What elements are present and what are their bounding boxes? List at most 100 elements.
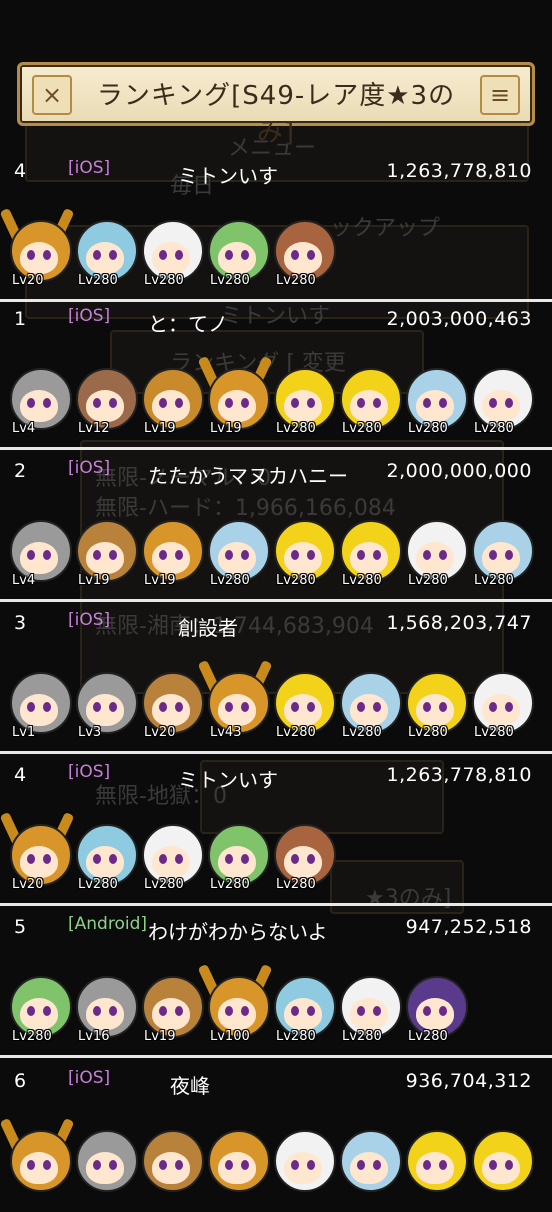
character-avatar[interactable]: Lv280	[404, 970, 468, 1050]
menu-icon[interactable]: ≡	[480, 75, 520, 115]
character-eye	[307, 702, 315, 712]
character-face	[86, 846, 124, 878]
character-avatar[interactable]: Lv4	[8, 514, 72, 594]
character-avatar[interactable]: Lv19	[140, 970, 204, 1050]
character-avatar[interactable]: Lv20	[140, 666, 204, 746]
character-eye	[307, 1006, 315, 1016]
character-avatar[interactable]: Lv43	[197, 659, 273, 746]
character-eye	[439, 1006, 447, 1016]
character-avatar[interactable]: Lv280	[272, 214, 336, 294]
ranking-row[interactable]: 6 [iOS] 夜峰 936,704,312	[0, 1062, 552, 1212]
character-eye	[241, 398, 249, 408]
ranking-row[interactable]: 4 [iOS] ミトンいす 1,263,778,810 Lv20 Lv280 Lv280 Lv…	[0, 152, 552, 302]
character-avatar[interactable]: Lv280	[74, 214, 138, 294]
ranking-row[interactable]: 1 [iOS] と：てノ 2,003,000,463 Lv4 Lv12 Lv19 Lv19 Lv…	[0, 300, 552, 450]
character-avatar[interactable]: Lv280	[206, 514, 270, 594]
character-avatar[interactable]	[74, 1124, 138, 1204]
character-level: Lv280	[12, 1029, 52, 1044]
character-avatar[interactable]	[0, 1117, 75, 1204]
character-face	[20, 998, 58, 1030]
character-avatar[interactable]: Lv280	[338, 666, 402, 746]
ranking-row[interactable]: 4 [iOS] ミトンいす 1,263,778,810 Lv20 Lv280 Lv280 Lv…	[0, 756, 552, 906]
ranking-row[interactable]: 3 [iOS] 創設者 1,568,203,747 Lv1 Lv3 Lv20 Lv43 Lv28…	[0, 604, 552, 754]
character-avatar[interactable]: Lv280	[272, 666, 336, 746]
character-avatar[interactable]	[140, 1124, 204, 1204]
player-name: 夜峰	[170, 1074, 210, 1098]
character-avatar[interactable]: Lv19	[140, 362, 204, 442]
ranking-row[interactable]: 5 [Android] わけがわからないよ 947,252,518 Lv280 Lv16 L…	[0, 908, 552, 1058]
character-avatar[interactable]: Lv19	[74, 514, 138, 594]
row-divider	[0, 447, 552, 450]
character-level: Lv280	[276, 1029, 316, 1044]
character-eye	[291, 854, 299, 864]
character-avatar[interactable]	[338, 1124, 402, 1204]
character-eye	[489, 702, 497, 712]
character-avatar[interactable]: Lv280	[272, 514, 336, 594]
character-avatar[interactable]: Lv280	[404, 514, 468, 594]
close-icon[interactable]: ×	[32, 75, 72, 115]
character-avatar[interactable]: Lv3	[74, 666, 138, 746]
character-face	[416, 390, 454, 422]
character-eye	[109, 854, 117, 864]
character-eye	[357, 550, 365, 560]
character-avatar[interactable]: Lv280	[272, 818, 336, 898]
character-level: Lv20	[12, 877, 44, 892]
character-avatar[interactable]: Lv280	[338, 970, 402, 1050]
character-eye	[93, 1006, 101, 1016]
character-avatar[interactable]: Lv19	[197, 355, 273, 442]
character-avatar[interactable]	[470, 1124, 534, 1204]
character-avatar[interactable]: Lv280	[470, 362, 534, 442]
character-avatar[interactable]: Lv280	[338, 362, 402, 442]
character-avatar[interactable]: Lv20	[0, 811, 75, 898]
character-avatar[interactable]: Lv280	[8, 970, 72, 1050]
character-avatar[interactable]: Lv280	[206, 214, 270, 294]
character-level: Lv280	[474, 421, 514, 436]
character-avatar[interactable]	[206, 1124, 270, 1204]
character-eye	[43, 398, 51, 408]
character-eye	[93, 250, 101, 260]
character-avatar[interactable]: Lv280	[140, 818, 204, 898]
character-eye	[307, 1160, 315, 1170]
character-face	[416, 998, 454, 1030]
character-face	[284, 390, 322, 422]
character-level: Lv280	[276, 273, 316, 288]
character-avatar[interactable]	[272, 1124, 336, 1204]
character-avatar[interactable]: Lv280	[470, 666, 534, 746]
character-avatar[interactable]: Lv19	[140, 514, 204, 594]
player-name: ミトンいす	[178, 164, 278, 188]
character-level: Lv280	[474, 725, 514, 740]
rank-number: 3	[14, 612, 27, 634]
character-avatar[interactable]: Lv100	[197, 963, 273, 1050]
character-level: Lv100	[210, 1029, 250, 1044]
character-eye	[439, 1160, 447, 1170]
character-avatar[interactable]: Lv280	[74, 818, 138, 898]
character-eye	[27, 398, 35, 408]
ranking-row[interactable]: 2 [iOS] たたかうマヌカハニー 2,000,000,000 Lv4 Lv19 Lv19…	[0, 452, 552, 602]
character-eye	[489, 398, 497, 408]
character-level: Lv1	[12, 725, 36, 740]
character-face	[86, 242, 124, 274]
rank-number: 4	[14, 764, 27, 786]
character-avatar[interactable]: Lv1	[8, 666, 72, 746]
character-avatar[interactable]: Lv4	[8, 362, 72, 442]
character-avatar[interactable]: Lv16	[74, 970, 138, 1050]
character-avatar[interactable]: Lv280	[404, 362, 468, 442]
character-avatar[interactable]	[404, 1124, 468, 1204]
platform-label: [iOS]	[68, 158, 111, 178]
character-eye	[109, 398, 117, 408]
character-eye	[175, 550, 183, 560]
character-avatar[interactable]: Lv280	[140, 214, 204, 294]
character-avatar[interactable]: Lv280	[206, 818, 270, 898]
character-eye	[439, 398, 447, 408]
player-name: と：てノ	[148, 312, 228, 336]
character-avatar[interactable]: Lv280	[338, 514, 402, 594]
character-eye	[43, 854, 51, 864]
score: 1,568,203,747	[386, 612, 532, 634]
character-eye	[423, 398, 431, 408]
character-avatar[interactable]: Lv280	[404, 666, 468, 746]
character-avatar[interactable]: Lv280	[470, 514, 534, 594]
character-avatar[interactable]: Lv12	[74, 362, 138, 442]
character-avatar[interactable]: Lv280	[272, 362, 336, 442]
character-avatar[interactable]: Lv280	[272, 970, 336, 1050]
character-avatar[interactable]: Lv20	[0, 207, 75, 294]
